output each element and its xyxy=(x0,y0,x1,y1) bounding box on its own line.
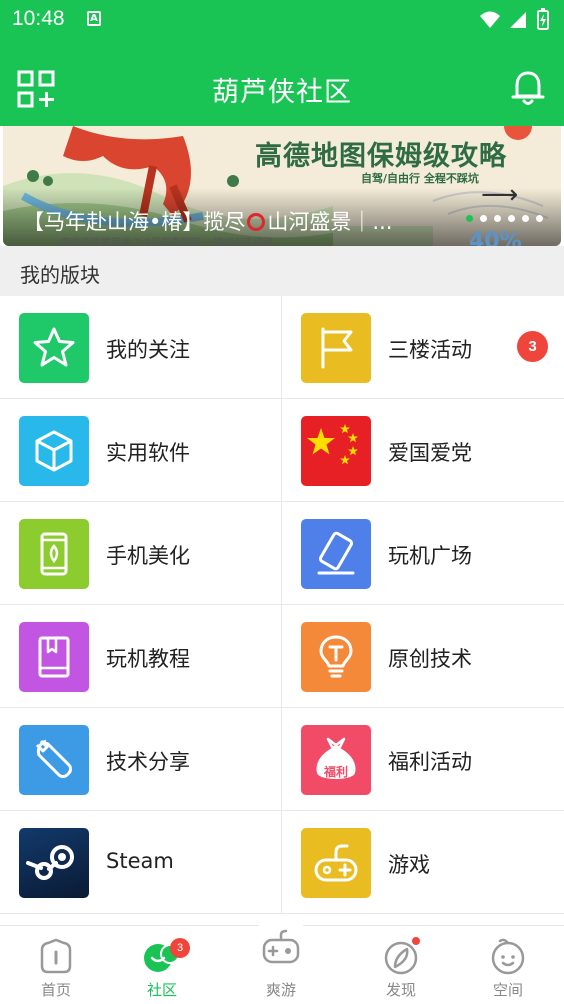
nav-item-space[interactable]: 空间 xyxy=(452,926,564,1004)
banner-percent: 40% xyxy=(469,229,522,246)
nav-label: 爽游 xyxy=(265,981,296,999)
bell-icon[interactable] xyxy=(509,70,547,108)
page-title: 葫芦侠社区 xyxy=(212,77,352,108)
board-row: 玩机教程 原创技术 xyxy=(0,605,564,708)
section-title: 我的版块 xyxy=(20,263,100,287)
nav-item-home[interactable]: 首页 xyxy=(0,926,112,1004)
board-label: 福利活动 xyxy=(388,750,472,774)
board-label: 爱国爱党 xyxy=(388,441,472,465)
notification-a-icon: A xyxy=(87,11,101,26)
board-label: 游戏 xyxy=(388,853,430,877)
lightbulb-icon xyxy=(301,622,371,692)
board-label: 手机美化 xyxy=(106,544,190,568)
board-item-phone-square[interactable]: 玩机广场 xyxy=(282,502,564,604)
promo-banner[interactable]: 高德地图保姆级攻略 自驾/自由行 全程不踩坑 ⟶ 四季皆宜推荐地 2-3月早春限… xyxy=(3,126,561,246)
banner-pagination xyxy=(466,215,543,222)
star-icon xyxy=(19,313,89,383)
flag-icon xyxy=(301,313,371,383)
pagination-dot[interactable] xyxy=(508,215,515,222)
pagination-dot[interactable] xyxy=(536,215,543,222)
board-item-games[interactable]: 游戏 xyxy=(282,811,564,913)
game-console-icon xyxy=(262,929,300,964)
board-label: 原创技术 xyxy=(388,647,472,671)
wrench-icon xyxy=(19,725,89,795)
board-label: 玩机教程 xyxy=(106,647,190,671)
nav-label: 空间 xyxy=(492,981,523,999)
phone-theme-icon xyxy=(19,519,89,589)
section-header: 我的版块 xyxy=(0,246,564,296)
board-label: 技术分享 xyxy=(106,750,190,774)
board-item-tech-share[interactable]: 技术分享 xyxy=(0,708,282,810)
pagination-dot[interactable] xyxy=(466,215,473,222)
pagination-dot[interactable] xyxy=(522,215,529,222)
nav-item-fun-games[interactable]: 爽游 xyxy=(225,914,337,1004)
profile-face-icon xyxy=(491,938,525,975)
nav-badge: 3 xyxy=(170,938,190,958)
board-row: 技术分享 福利 福利活动 xyxy=(0,708,564,811)
status-time: 10:48 xyxy=(12,7,65,30)
banner-caption-suffix: 山河盛景｜... xyxy=(267,210,393,234)
gamepad-icon xyxy=(301,828,371,898)
board-badge: 3 xyxy=(517,331,548,362)
board-row: Steam 游戏 xyxy=(0,811,564,914)
board-row: 手机美化 玩机广场 xyxy=(0,502,564,605)
status-bar: 10:48 A xyxy=(0,0,564,40)
board-row: 实用软件 爱国爱党 xyxy=(0,399,564,502)
board-item-useful-software[interactable]: 实用软件 xyxy=(0,399,282,501)
nav-item-discover[interactable]: 发现 xyxy=(345,926,457,1004)
board-label: 玩机广场 xyxy=(388,544,472,568)
board-label: 三楼活动 xyxy=(388,338,472,362)
board-item-third-floor[interactable]: 三楼活动 3 xyxy=(282,296,564,398)
board-label: 我的关注 xyxy=(106,338,190,362)
nav-label: 社区 xyxy=(146,981,177,999)
bag-text: 福利 xyxy=(323,765,348,779)
nav-item-community[interactable]: 3 社区 xyxy=(106,926,218,1004)
board-label: Steam xyxy=(106,849,174,873)
money-bag-icon: 福利 xyxy=(301,725,371,795)
board-item-welfare[interactable]: 福利 福利活动 xyxy=(282,708,564,810)
nav-notification-dot xyxy=(412,937,420,945)
nav-label: 发现 xyxy=(385,981,416,999)
board-item-phone-tutorial[interactable]: 玩机教程 xyxy=(0,605,282,707)
pagination-dot[interactable] xyxy=(494,215,501,222)
banner-headline: 高德地图保姆级攻略 xyxy=(255,141,507,172)
phone-tilt-icon xyxy=(301,519,371,589)
board-row: 我的关注 三楼活动 3 xyxy=(0,296,564,399)
banner-subline: 自驾/自由行 全程不踩坑 xyxy=(361,172,479,185)
nav-label: 首页 xyxy=(40,981,71,999)
banner-caption-prefix: 【马年赴山海•椿】揽尽 xyxy=(23,210,246,234)
board-item-patriotic[interactable]: 爱国爱党 xyxy=(282,399,564,501)
board-item-steam[interactable]: Steam xyxy=(0,811,282,913)
china-flag-icon xyxy=(301,416,371,486)
board-item-my-follow[interactable]: 我的关注 xyxy=(0,296,282,398)
book-icon xyxy=(19,622,89,692)
banner-caption: 【马年赴山海•椿】揽尽 山河盛景｜... xyxy=(23,206,392,236)
home-icon xyxy=(40,938,72,974)
board-item-phone-theme[interactable]: 手机美化 xyxy=(0,502,282,604)
steam-icon xyxy=(19,828,89,898)
cube-icon xyxy=(19,416,89,486)
bottom-nav: 首页 3 社区 爽游 发现 空间 xyxy=(0,914,564,1004)
pagination-dot[interactable] xyxy=(480,215,487,222)
system-status-icons xyxy=(480,8,549,30)
board-label: 实用软件 xyxy=(106,441,190,465)
board-item-original-tech[interactable]: 原创技术 xyxy=(282,605,564,707)
red-ring-icon xyxy=(247,213,266,231)
board-grid: 我的关注 三楼活动 3 实用软件 爱国爱党 手机美化 玩机广场 玩机教程 原创技… xyxy=(0,296,564,914)
app-header: 葫芦侠社区 xyxy=(0,40,564,126)
